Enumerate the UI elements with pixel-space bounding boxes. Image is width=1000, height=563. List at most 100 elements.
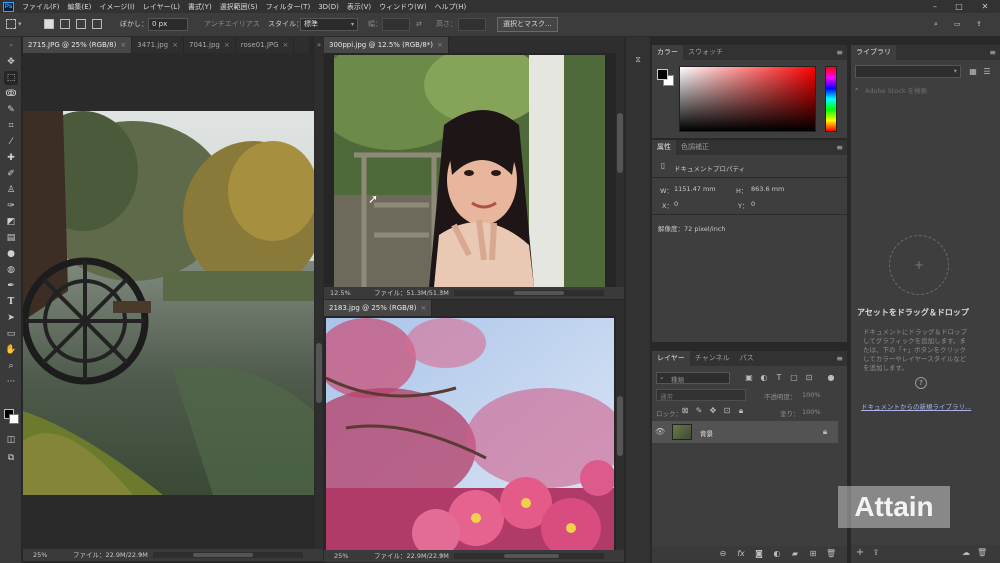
- zoom-level[interactable]: 25%: [334, 550, 348, 562]
- search-icon[interactable]: ⌕: [934, 18, 938, 31]
- link-layers-icon[interactable]: ⊖: [718, 549, 728, 559]
- menu-3d[interactable]: 3D(D): [314, 3, 343, 11]
- intersect-selection-icon[interactable]: [92, 19, 102, 29]
- zoom-tool-icon[interactable]: ⌕: [4, 359, 18, 373]
- filter-type-icon[interactable]: T: [774, 373, 784, 383]
- eyedropper-tool-icon[interactable]: ⁄: [4, 135, 18, 149]
- crop-tool-icon[interactable]: ⌗: [4, 119, 18, 133]
- brush-tool-icon[interactable]: ✐: [4, 167, 18, 181]
- style-select[interactable]: 標準 ▾: [300, 18, 358, 31]
- right-bottom-horizontal-scrollbar[interactable]: [454, 553, 604, 559]
- right-top-horizontal-scrollbar[interactable]: [454, 290, 604, 296]
- fg-color-swatch[interactable]: [657, 69, 668, 80]
- add-asset-icon[interactable]: +: [855, 548, 865, 558]
- menu-view[interactable]: 表示(V): [343, 2, 375, 12]
- tab-libraries[interactable]: ライブラリ: [851, 45, 896, 60]
- stock-search-input[interactable]: Adobe Stock を検索: [865, 85, 927, 95]
- minimize-button[interactable]: –: [926, 0, 944, 13]
- menu-type[interactable]: 書式(Y): [184, 2, 216, 12]
- menu-image[interactable]: イメージ(I): [95, 2, 138, 12]
- healing-brush-tool-icon[interactable]: ✚: [4, 151, 18, 165]
- new-library-link[interactable]: ドキュメントからの新規ライブラリ...: [861, 401, 971, 411]
- feather-input[interactable]: 0 px: [148, 18, 188, 31]
- tab-2183[interactable]: 2183.jpg @ 25% (RGB/8) ×: [324, 300, 433, 316]
- fill-value[interactable]: 100%: [802, 408, 821, 416]
- share-icon[interactable]: ⇪: [976, 18, 982, 31]
- delete-layer-icon[interactable]: 🗑︎: [826, 549, 836, 559]
- pane-collapse-icon[interactable]: »: [314, 37, 324, 53]
- help-icon[interactable]: ?: [915, 377, 927, 389]
- left-vertical-scrollbar[interactable]: [315, 53, 323, 549]
- tab-adjustments[interactable]: 色調補正: [676, 140, 714, 155]
- filter-smart-icon[interactable]: ⊡: [804, 373, 814, 383]
- swap-icon[interactable]: ⇄: [416, 18, 422, 31]
- trash-icon[interactable]: 🗑︎: [977, 548, 987, 558]
- background-color-swatch[interactable]: [9, 414, 19, 424]
- status-menu-icon[interactable]: ›: [440, 550, 442, 562]
- hand-tool-icon[interactable]: ✋: [4, 343, 18, 357]
- fx-icon[interactable]: fx: [736, 549, 746, 559]
- creative-cloud-icon[interactable]: ☁: [961, 548, 971, 558]
- tab-close-icon[interactable]: ×: [224, 41, 230, 49]
- menu-layer[interactable]: レイヤー(L): [139, 2, 184, 12]
- marquee-preset-icon[interactable]: [6, 19, 16, 29]
- tab-close-icon[interactable]: ×: [120, 41, 126, 49]
- path-select-tool-icon[interactable]: ➤: [4, 311, 18, 325]
- filter-adjust-icon[interactable]: ◐: [759, 373, 769, 383]
- clone-stamp-tool-icon[interactable]: ♙: [4, 183, 18, 197]
- tab-2715[interactable]: 2715.JPG @ 25% (RGB/8) ×: [23, 37, 133, 53]
- tab-swatches[interactable]: スウォッチ: [683, 45, 728, 60]
- toolbar-collapse-icon[interactable]: »: [4, 39, 18, 53]
- gradient-tool-icon[interactable]: ▤: [4, 231, 18, 245]
- layer-name[interactable]: 背景: [700, 428, 713, 438]
- antialias-checkbox[interactable]: アンチエイリアス: [204, 18, 260, 31]
- subtract-selection-icon[interactable]: [76, 19, 86, 29]
- height-input[interactable]: [458, 18, 486, 31]
- layer-filter-select[interactable]: ⌕ 種類: [656, 372, 730, 384]
- tab-close-icon[interactable]: ×: [437, 41, 443, 49]
- blur-tool-icon[interactable]: ●: [4, 247, 18, 261]
- x-value[interactable]: 0: [674, 200, 678, 208]
- new-selection-icon[interactable]: [44, 19, 54, 29]
- menu-filter[interactable]: フィルター(T): [262, 2, 315, 12]
- quick-select-tool-icon[interactable]: ✎: [4, 103, 18, 117]
- opacity-value[interactable]: 100%: [802, 391, 821, 399]
- move-tool-icon[interactable]: ✥: [4, 55, 18, 69]
- rectangle-tool-icon[interactable]: ▭: [4, 327, 18, 341]
- file-info[interactable]: ファイル：22.9M/22.9M: [73, 549, 148, 561]
- tab-properties[interactable]: 属性: [652, 140, 676, 155]
- left-canvas[interactable]: [23, 53, 315, 549]
- panel-menu-icon[interactable]: ≡: [836, 143, 843, 152]
- new-group-icon[interactable]: ▰: [790, 549, 800, 559]
- lock-all-icon[interactable]: 🔒︎: [736, 406, 746, 416]
- tab-300ppi[interactable]: 300ppi.jpg @ 12.5% (RGB/8*) ×: [324, 37, 449, 53]
- menu-window[interactable]: ウィンドウ(W): [375, 2, 430, 12]
- status-menu-icon[interactable]: ›: [440, 287, 442, 299]
- tab-close-icon[interactable]: ×: [172, 41, 178, 49]
- left-horizontal-scrollbar[interactable]: [153, 552, 303, 558]
- list-view-icon[interactable]: ☰: [982, 67, 992, 77]
- drop-target-plus-icon[interactable]: +: [889, 235, 949, 295]
- lasso-tool-icon[interactable]: ↂ: [4, 87, 18, 101]
- tab-close-icon[interactable]: ×: [420, 304, 426, 312]
- maximize-button[interactable]: □: [950, 0, 968, 13]
- visibility-eye-icon[interactable]: 👁︎: [655, 427, 665, 437]
- marquee-tool-icon[interactable]: ⬚: [4, 71, 18, 85]
- tab-layers[interactable]: レイヤー: [652, 351, 690, 366]
- lock-artboard-icon[interactable]: ⊡: [722, 406, 732, 416]
- right-top-canvas[interactable]: ➚: [324, 53, 616, 287]
- zoom-level[interactable]: 25%: [33, 549, 47, 561]
- blend-mode-select[interactable]: 通常: [656, 389, 746, 401]
- close-button[interactable]: ✕: [976, 0, 994, 13]
- lock-position-icon[interactable]: ✥: [708, 406, 718, 416]
- type-tool-icon[interactable]: T: [4, 295, 18, 309]
- file-info[interactable]: ファイル：51.3M/51.3M: [374, 287, 449, 299]
- tab-color[interactable]: カラー: [652, 45, 683, 60]
- menu-file[interactable]: ファイル(F): [18, 2, 64, 12]
- panel-menu-icon[interactable]: ≡: [836, 48, 843, 57]
- upload-icon[interactable]: ⇪: [871, 548, 881, 558]
- panel-menu-icon[interactable]: ≡: [989, 48, 996, 57]
- right-bottom-canvas[interactable]: [324, 316, 616, 550]
- screen-mode-icon[interactable]: ⧉: [4, 451, 18, 465]
- workspace-icon[interactable]: ▭: [954, 18, 961, 31]
